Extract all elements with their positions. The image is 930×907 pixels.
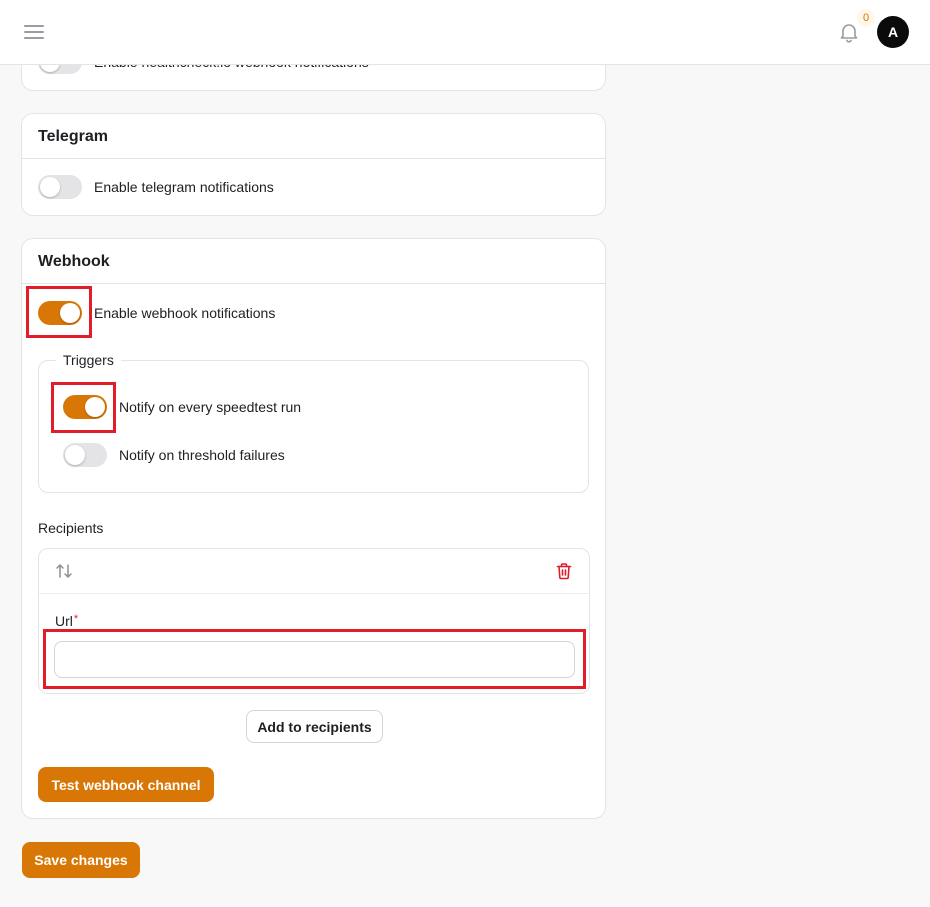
hamburger-menu-icon[interactable] xyxy=(24,22,44,42)
url-field-label: Url* xyxy=(55,613,78,629)
user-avatar[interactable]: A xyxy=(877,16,909,48)
triggers-fieldset: Triggers Notify on every speedtest run N… xyxy=(38,352,589,493)
test-webhook-channel-button[interactable]: Test webhook channel xyxy=(38,767,214,802)
telegram-card: Telegram Enable telegram notifications xyxy=(21,113,606,216)
notify-every-run-toggle[interactable] xyxy=(63,395,107,419)
trash-icon[interactable] xyxy=(555,562,573,580)
webhook-card-title: Webhook xyxy=(22,239,605,284)
save-changes-button[interactable]: Save changes xyxy=(22,842,140,878)
notify-threshold-failures-label: Notify on threshold failures xyxy=(119,447,285,463)
sort-arrows-icon[interactable] xyxy=(55,562,73,580)
recipient-url-input[interactable] xyxy=(54,641,575,678)
webhook-enable-toggle[interactable] xyxy=(38,301,82,325)
telegram-toggle[interactable] xyxy=(38,175,82,199)
top-bar: 0 A xyxy=(0,0,930,65)
recipient-item: Url* xyxy=(38,548,590,694)
required-asterisk: * xyxy=(73,613,79,625)
webhook-card: Webhook Enable webhook notifications Tri… xyxy=(21,238,606,819)
url-label-text: Url xyxy=(55,613,73,629)
recipients-label: Recipients xyxy=(38,520,104,536)
triggers-legend: Triggers xyxy=(56,352,121,368)
recipient-item-header xyxy=(39,549,589,594)
notification-count-badge: 0 xyxy=(857,9,875,27)
bell-icon[interactable] xyxy=(837,20,861,44)
notify-every-run-label: Notify on every speedtest run xyxy=(119,399,302,415)
notify-threshold-failures-toggle[interactable] xyxy=(63,443,107,467)
telegram-toggle-label: Enable telegram notifications xyxy=(94,179,274,195)
webhook-enable-label: Enable webhook notifications xyxy=(94,305,276,321)
telegram-card-title: Telegram xyxy=(22,114,605,159)
add-to-recipients-button[interactable]: Add to recipients xyxy=(246,710,383,743)
